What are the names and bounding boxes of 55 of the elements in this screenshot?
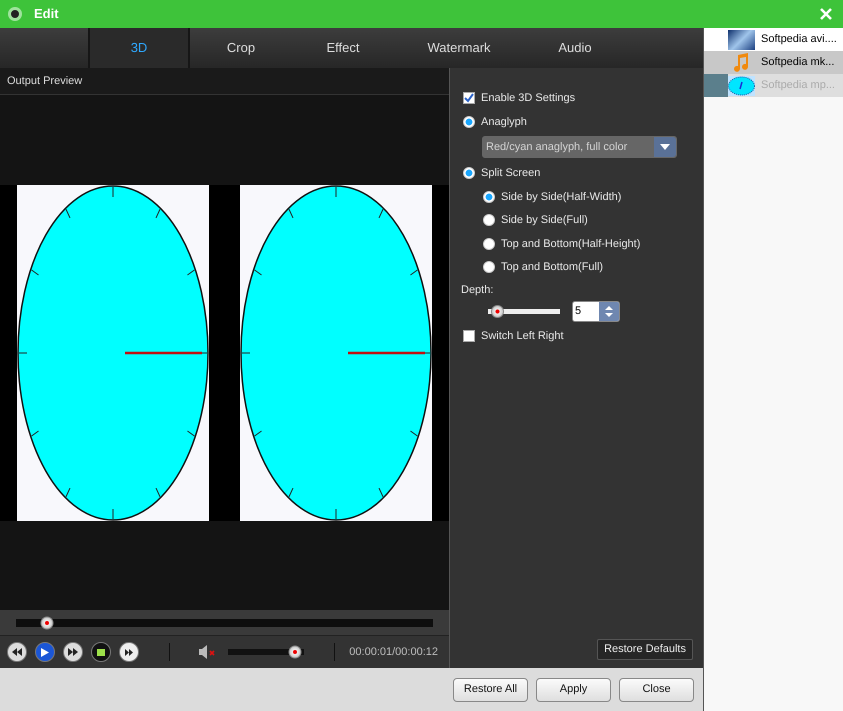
seek-slider-thumb[interactable] (40, 616, 54, 629)
radio-label: Split Screen (481, 166, 540, 181)
checkbox-label: Switch Left Right (481, 329, 564, 344)
fast-forward-button[interactable] (63, 642, 83, 662)
tab[interactable]: 3D (88, 28, 190, 68)
depth-label: Depth: (461, 282, 494, 298)
radio-button[interactable] (483, 238, 495, 250)
play-button[interactable] (35, 642, 55, 662)
radio-button[interactable] (483, 214, 495, 226)
spin-value: 5 (574, 304, 582, 319)
radio-label: Side by Side(Half-Width) (501, 190, 622, 204)
radio-label: Side by Side(Full) (501, 213, 588, 228)
fast-forward-icon (68, 648, 78, 656)
radio-label: Anaglyph (481, 114, 527, 130)
tab[interactable]: Watermark (394, 28, 524, 68)
clock-thumbnail-icon (728, 76, 755, 96)
dialog-button[interactable]: Close (619, 678, 694, 702)
checkbox[interactable] (463, 92, 475, 104)
app-logo-icon (8, 7, 22, 21)
checkbox-label: Enable 3D Settings (481, 91, 576, 106)
next-frame-button[interactable] (119, 642, 139, 662)
file-list-item[interactable]: Softpedia avi.... (704, 28, 843, 51)
depth-spin-field[interactable]: 5 (572, 301, 620, 322)
spin-arrows-icon[interactable] (599, 302, 619, 321)
window-title: Edit (34, 5, 59, 24)
radio-label: Top and Bottom(Half-Height) (501, 236, 640, 252)
stop-button[interactable] (91, 642, 111, 662)
radio-button[interactable] (463, 116, 475, 128)
file-list-item[interactable]: Softpedia mk... (704, 51, 843, 74)
restore-defaults-button[interactable]: Restore Defaults (597, 639, 693, 660)
volume-slider-thumb[interactable] (288, 646, 302, 658)
radio-button[interactable] (463, 167, 475, 180)
dropdown-value: Red/cyan anaglyph, full color (485, 140, 628, 155)
rewind-button[interactable] (7, 642, 27, 662)
radio-button[interactable] (483, 261, 495, 274)
muted-speaker-icon[interactable] (198, 644, 216, 660)
dialog-button[interactable]: Restore All (453, 678, 528, 702)
dropdown-caret-icon (654, 137, 676, 157)
depth-slider-thumb[interactable] (490, 305, 504, 318)
video-thumbnail (728, 30, 755, 50)
checkbox[interactable] (463, 330, 475, 342)
tab[interactable]: Audio (524, 28, 626, 68)
file-name: Softpedia avi.... (761, 32, 837, 48)
play-icon (41, 648, 49, 656)
stop-icon (97, 648, 105, 656)
panel-title: Output Preview (7, 74, 82, 89)
tab[interactable]: Crop (190, 28, 292, 68)
radio-label: Top and Bottom(Full) (501, 260, 604, 275)
radio-button[interactable] (483, 190, 495, 203)
time-display: 00:00:01/00:00:12 (349, 644, 438, 660)
dialog-button[interactable]: Apply (536, 678, 611, 702)
tab[interactable]: Effect (292, 28, 394, 68)
next-frame-icon (125, 648, 133, 656)
file-name: Softpedia mk... (761, 55, 834, 70)
rewind-icon (12, 648, 22, 656)
